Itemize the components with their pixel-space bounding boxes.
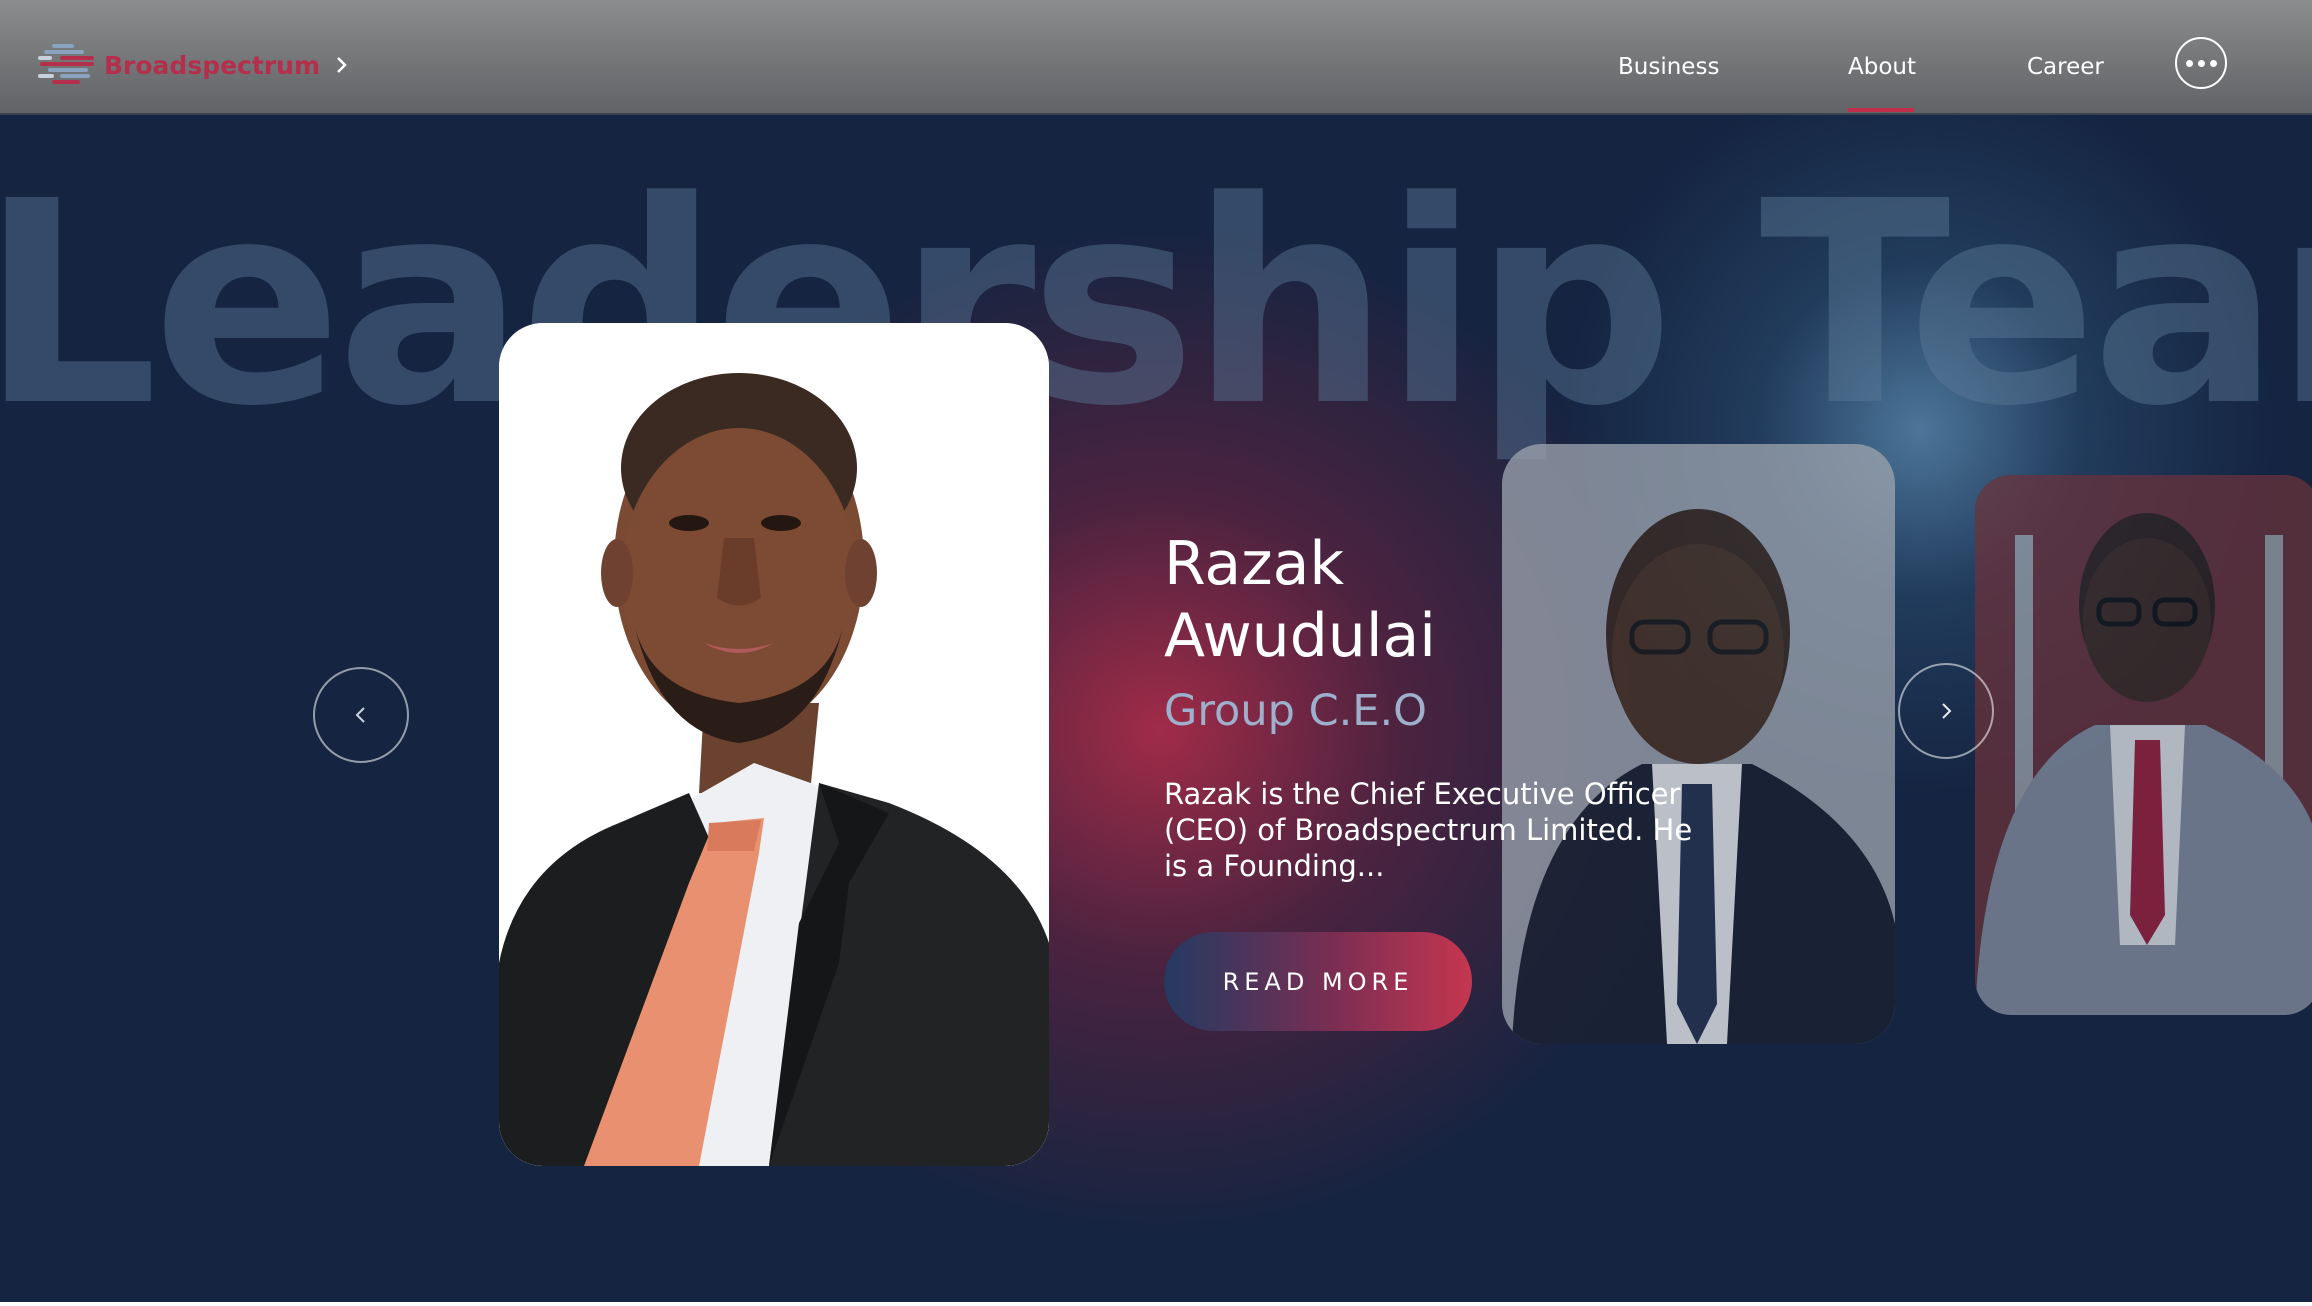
- nav-business[interactable]: Business: [1618, 52, 1719, 82]
- leader-photo-3[interactable]: [1975, 475, 2312, 1015]
- leader-description: Razak is the Chief Executive Officer (CE…: [1164, 777, 1693, 883]
- nav-career[interactable]: Career: [2027, 52, 2104, 82]
- read-more-button[interactable]: READ MORE: [1164, 932, 1472, 1031]
- leader-name: Razak Awudulai: [1164, 529, 1436, 671]
- brand-logo[interactable]: Broadspectrum: [38, 42, 352, 88]
- more-options-button[interactable]: [2175, 37, 2227, 89]
- nav-about[interactable]: About: [1848, 52, 1916, 82]
- broadspectrum-logo-icon: [38, 44, 94, 84]
- more-options-icon: [2185, 59, 2193, 67]
- leadership-hero: Leadership Team: [0, 0, 2312, 1302]
- chevron-right-icon: [1942, 703, 1952, 719]
- featured-leader-photo: [499, 323, 1049, 1166]
- site-header: Broadspectrum Business About Career: [0, 0, 2312, 115]
- leader-role: Group C.E.O: [1164, 686, 1427, 736]
- background-title: Leadership Team: [0, 142, 2312, 468]
- brand-name: Broadspectrum: [104, 50, 321, 80]
- previous-slide-button[interactable]: [313, 667, 409, 763]
- active-nav-indicator: [1848, 108, 1914, 112]
- chevron-right-icon: [337, 57, 347, 73]
- chevron-left-icon: [355, 707, 365, 723]
- next-slide-button[interactable]: [1898, 663, 1994, 759]
